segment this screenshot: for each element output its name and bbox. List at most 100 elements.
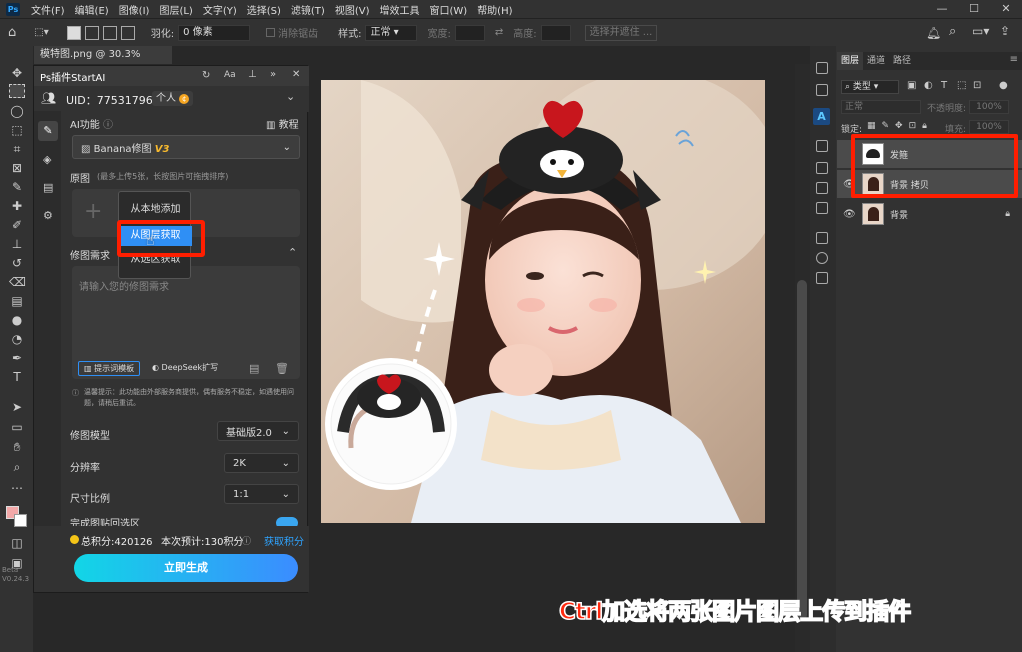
filter-pixel-icon[interactable]: ▣ [907, 80, 916, 91]
frame-tool-icon[interactable]: ⊠ [9, 161, 25, 175]
model-select[interactable]: 基础版2.0 ⌄ [217, 421, 299, 441]
new-selection-icon[interactable] [66, 25, 81, 40]
quick-select-tool-icon[interactable]: ⬚ [9, 123, 25, 137]
marquee-tool-icon[interactable] [9, 84, 25, 98]
refresh-icon[interactable]: ↻ [202, 70, 210, 81]
tab-paths[interactable]: 路径 [889, 52, 915, 70]
user-expand-icon[interactable]: ⌄ [286, 90, 295, 103]
move-tool-icon[interactable]: ✥ [9, 66, 25, 80]
ratio-select[interactable]: 1:1 ⌄ [224, 484, 299, 504]
gradient-tool-icon[interactable]: ▤ [9, 294, 25, 308]
width-input[interactable] [454, 24, 485, 41]
quick-mask-icon[interactable]: ◫ [9, 536, 25, 550]
menu-item-edit[interactable]: 编辑(E) [70, 2, 114, 17]
pen-tool-icon[interactable]: ✒ [9, 351, 25, 365]
menu-item-select[interactable]: 选择(S) [242, 2, 286, 17]
tutorial-link[interactable]: ▥ 教程 [266, 116, 299, 131]
popup-item-local[interactable]: 从本地添加 [119, 200, 192, 220]
lock-icons[interactable]: ▦✎✥⊡🔒︎ [867, 121, 933, 131]
path-select-tool-icon[interactable]: ➤ [9, 400, 25, 414]
filter-type-icon[interactable]: T [941, 80, 947, 91]
libraries-panel-icon[interactable] [816, 232, 828, 244]
document-mode-icon[interactable]: ▤ [43, 181, 53, 194]
ai-model-select[interactable]: ▨ Banana修图 V3 ⌄ [72, 135, 300, 159]
minimize-icon[interactable]: — [926, 0, 958, 18]
eyedropper-tool-icon[interactable]: ✎ [9, 180, 25, 194]
select-and-mask-button[interactable]: 选择并遮住 ... [584, 24, 658, 41]
requirement-collapse-icon[interactable]: ⌃ [288, 246, 297, 259]
visibility-eye-icon[interactable]: 👁︎ [843, 209, 856, 220]
menu-item-window[interactable]: 窗口(W) [424, 2, 472, 17]
trash-icon[interactable]: 🗑︎ [275, 362, 289, 375]
type-panel-icon[interactable] [816, 140, 828, 152]
layer-row[interactable]: 👁︎ 背景 🔒︎ [837, 200, 1022, 228]
home-icon[interactable]: ⌂ [8, 25, 16, 40]
requirement-textarea[interactable]: 请输入您的修图需求 ▥ 提示词模板 ◐ DeepSeek扩写 ▤ 🗑︎ [72, 266, 300, 379]
bell-icon[interactable]: 🔔︎ [926, 26, 941, 40]
background-color-swatch[interactable] [14, 514, 27, 527]
add-image-icon[interactable]: + [84, 199, 102, 224]
collapse-icon[interactable]: » [270, 69, 276, 80]
clipboard-icon[interactable]: ▤ [249, 362, 259, 375]
style-select[interactable]: 正常 ▾ [365, 24, 418, 41]
tab-channels[interactable]: 通道 [863, 52, 889, 70]
generate-button[interactable]: 立即生成 [74, 554, 298, 582]
document-tab[interactable]: 模特图.png @ 30.3%(RGB/8#) * ✕ [34, 46, 172, 78]
menu-item-view[interactable]: 视图(V) [330, 2, 375, 17]
history-panel-icon[interactable] [816, 62, 828, 74]
menu-item-file[interactable]: 文件(F) [26, 2, 70, 17]
antialias-checkbox[interactable]: 消除锯齿 [262, 25, 318, 40]
tab-layers[interactable]: 图层 [837, 52, 864, 70]
share-icon[interactable]: ⇪ [1000, 24, 1010, 38]
zoom-tool-icon[interactable]: ⌕ [9, 460, 25, 474]
plugin-close-icon[interactable]: ✕ [292, 69, 300, 80]
type-tool-icon[interactable]: T [9, 370, 25, 384]
feather-input[interactable]: 0 像素 [178, 24, 251, 41]
get-points-link[interactable]: 获取积分 [264, 533, 304, 548]
crop-tool-icon[interactable]: ⌗ [9, 142, 25, 156]
rectangle-tool-icon[interactable]: ▭ [9, 420, 25, 434]
marquee-tool-preset-icon[interactable]: ⬚▾ [34, 27, 48, 38]
swatches-panel-icon[interactable] [816, 162, 828, 174]
lasso-tool-icon[interactable]: ◯ [9, 104, 25, 118]
subtract-selection-icon[interactable] [102, 25, 117, 40]
filter-toggle-icon[interactable]: ● [999, 80, 1008, 91]
layers-mode-icon[interactable]: ◈ [43, 153, 51, 166]
adjustments-panel-icon[interactable] [816, 252, 828, 264]
maximize-icon[interactable]: ☐ [958, 0, 990, 18]
comments-panel-icon[interactable] [816, 84, 828, 96]
info-icon[interactable]: ⓘ [103, 120, 113, 131]
pin-icon[interactable]: ⊥ [248, 69, 257, 80]
patterns-panel-icon[interactable] [816, 202, 828, 214]
properties-panel-icon[interactable] [816, 272, 828, 284]
blur-tool-icon[interactable]: ● [9, 313, 25, 327]
menu-item-help[interactable]: 帮助(H) [472, 2, 517, 17]
edit-mode-icon[interactable]: ✎ [38, 121, 58, 141]
gradients-panel-icon[interactable] [816, 182, 828, 194]
swap-icon[interactable]: ⇄ [495, 27, 503, 38]
healing-tool-icon[interactable]: ✚ [9, 199, 25, 213]
paste-back-toggle[interactable] [276, 517, 298, 526]
history-brush-tool-icon[interactable]: ↺ [9, 256, 25, 270]
menu-item-filter[interactable]: 滤镜(T) [286, 2, 330, 17]
eraser-tool-icon[interactable]: ⌫ [9, 275, 26, 289]
intersect-selection-icon[interactable] [120, 25, 135, 40]
filter-shape-icon[interactable]: ⬚ [957, 80, 966, 91]
filter-smart-object-icon[interactable]: ⊡ [973, 80, 981, 91]
search-icon[interactable]: ⌕ [949, 24, 956, 39]
panel-menu-icon[interactable]: ≡ [1010, 54, 1018, 65]
more-tools-icon[interactable]: … [9, 478, 25, 492]
scrollbar-thumb[interactable] [797, 280, 807, 620]
settings-icon[interactable]: ⚙ [43, 209, 53, 222]
menu-item-layer[interactable]: 图层(L) [154, 2, 197, 17]
close-icon[interactable]: ✕ [990, 0, 1022, 18]
layer-name[interactable]: 背景 [890, 208, 908, 221]
stamp-tool-icon[interactable]: ⊥ [9, 237, 25, 251]
filter-adjustment-icon[interactable]: ◐ [924, 80, 933, 91]
add-selection-icon[interactable] [84, 25, 99, 40]
menu-item-image[interactable]: 图像(I) [114, 2, 155, 17]
opacity-input[interactable]: 100% [969, 100, 1009, 114]
startai-plugin-icon[interactable]: A [813, 108, 830, 125]
resolution-select[interactable]: 2K ⌄ [224, 453, 299, 473]
fill-input[interactable]: 100% [969, 120, 1009, 134]
